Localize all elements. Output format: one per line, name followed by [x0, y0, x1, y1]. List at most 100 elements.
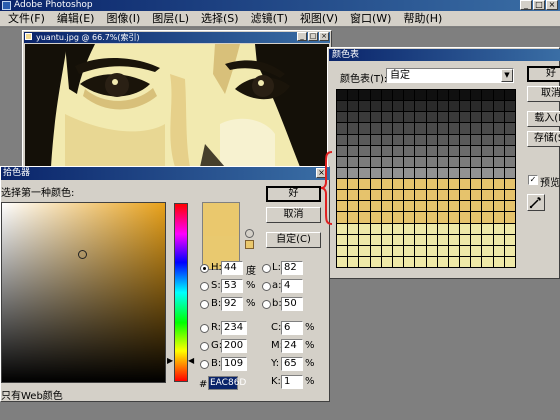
palette-swatch[interactable]	[448, 134, 460, 145]
palette-swatch[interactable]	[381, 234, 392, 245]
palette-swatch[interactable]	[437, 90, 448, 101]
palette-swatch[interactable]	[504, 156, 515, 167]
palette-swatch[interactable]	[404, 156, 415, 167]
palette-swatch[interactable]	[437, 223, 448, 234]
palette-swatch[interactable]	[426, 101, 437, 112]
palette-swatch[interactable]	[359, 167, 370, 178]
palette-swatch[interactable]	[460, 212, 471, 223]
palette-swatch[interactable]	[482, 112, 493, 123]
palette-swatch[interactable]	[426, 190, 437, 201]
palette-swatch[interactable]	[337, 256, 348, 267]
palette-swatch[interactable]	[460, 101, 471, 112]
palette-swatch[interactable]	[381, 134, 392, 145]
palette-swatch[interactable]	[337, 156, 348, 167]
palette-swatch[interactable]	[460, 123, 471, 134]
palette-swatch[interactable]	[370, 90, 381, 101]
palette-swatch[interactable]	[471, 123, 482, 134]
brightness-radio[interactable]	[200, 300, 209, 309]
palette-swatch[interactable]	[460, 223, 471, 234]
palette-swatch[interactable]	[493, 101, 504, 112]
palette-swatch[interactable]	[359, 256, 370, 267]
palette-swatch[interactable]	[471, 234, 482, 245]
palette-swatch[interactable]	[370, 123, 381, 134]
palette-swatch[interactable]	[504, 134, 515, 145]
palette-swatch[interactable]	[448, 123, 460, 134]
palette-swatch[interactable]	[392, 156, 404, 167]
palette-swatch[interactable]	[404, 201, 415, 212]
palette-swatch[interactable]	[370, 179, 381, 190]
palette-swatch[interactable]	[482, 234, 493, 245]
palette-swatch[interactable]	[471, 90, 482, 101]
palette-swatch[interactable]	[370, 234, 381, 245]
palette-swatch[interactable]	[337, 179, 348, 190]
palette-swatch[interactable]	[381, 101, 392, 112]
picker-ok-button[interactable]: 好	[266, 186, 321, 202]
palette-swatch[interactable]	[504, 223, 515, 234]
palette-swatch[interactable]	[392, 179, 404, 190]
palette-swatch[interactable]	[370, 156, 381, 167]
palette-swatch[interactable]	[404, 212, 415, 223]
blue-radio[interactable]	[200, 360, 209, 369]
palette-swatch[interactable]	[448, 156, 460, 167]
palette-swatch[interactable]	[348, 179, 359, 190]
palette-swatch[interactable]	[448, 212, 460, 223]
palette-swatch[interactable]	[448, 179, 460, 190]
palette-swatch[interactable]	[348, 245, 359, 256]
palette-swatch[interactable]	[415, 212, 426, 223]
lab-a-input[interactable]: 4	[281, 279, 303, 293]
palette-swatch[interactable]	[448, 90, 460, 101]
menu-file[interactable]: 文件(F)	[2, 11, 51, 27]
menu-select[interactable]: 选择(S)	[195, 11, 245, 27]
palette-swatch[interactable]	[460, 167, 471, 178]
palette-swatch[interactable]	[437, 112, 448, 123]
palette-swatch[interactable]	[370, 167, 381, 178]
palette-swatch[interactable]	[493, 134, 504, 145]
palette-swatch[interactable]	[392, 123, 404, 134]
palette-swatch[interactable]	[493, 201, 504, 212]
palette-swatch[interactable]	[359, 156, 370, 167]
palette-swatch[interactable]	[437, 245, 448, 256]
palette-swatch[interactable]	[415, 201, 426, 212]
palette-swatch[interactable]	[460, 190, 471, 201]
close-button[interactable]: ×	[546, 0, 558, 10]
palette-swatch[interactable]	[448, 112, 460, 123]
palette-swatch[interactable]	[392, 134, 404, 145]
palette-swatch[interactable]	[381, 90, 392, 101]
palette-swatch[interactable]	[448, 223, 460, 234]
palette-swatch[interactable]	[471, 201, 482, 212]
palette-swatch[interactable]	[426, 212, 437, 223]
palette-swatch[interactable]	[348, 90, 359, 101]
palette-load-button[interactable]: 载入(L)	[527, 111, 560, 127]
palette-swatch[interactable]	[381, 190, 392, 201]
palette-swatch[interactable]	[359, 101, 370, 112]
palette-swatch[interactable]	[359, 134, 370, 145]
palette-swatch[interactable]	[359, 190, 370, 201]
palette-swatch[interactable]	[381, 201, 392, 212]
palette-swatch[interactable]	[504, 123, 515, 134]
palette-swatch[interactable]	[337, 223, 348, 234]
palette-swatch[interactable]	[337, 134, 348, 145]
palette-swatch[interactable]	[370, 256, 381, 267]
preview-checkbox[interactable]: ✓	[528, 175, 538, 185]
palette-swatch[interactable]	[337, 123, 348, 134]
image-window-titlebar[interactable]: yuantu.jpg @ 66.7%(索引)	[24, 32, 330, 43]
palette-swatch[interactable]	[460, 245, 471, 256]
palette-swatch[interactable]	[392, 201, 404, 212]
palette-swatch[interactable]	[404, 134, 415, 145]
palette-swatch[interactable]	[337, 245, 348, 256]
palette-swatch[interactable]	[448, 234, 460, 245]
palette-swatch[interactable]	[381, 156, 392, 167]
palette-swatch[interactable]	[482, 190, 493, 201]
palette-swatch[interactable]	[337, 167, 348, 178]
palette-swatch[interactable]	[471, 212, 482, 223]
palette-swatch[interactable]	[392, 234, 404, 245]
palette-swatch[interactable]	[504, 245, 515, 256]
palette-swatch[interactable]	[404, 223, 415, 234]
palette-swatch[interactable]	[415, 156, 426, 167]
menu-image[interactable]: 图像(I)	[100, 11, 146, 27]
palette-swatch[interactable]	[448, 101, 460, 112]
magenta-input[interactable]: 24	[281, 339, 303, 353]
palette-swatch[interactable]	[493, 245, 504, 256]
image-minimize-button[interactable]: _	[297, 32, 307, 41]
palette-swatch[interactable]	[404, 245, 415, 256]
